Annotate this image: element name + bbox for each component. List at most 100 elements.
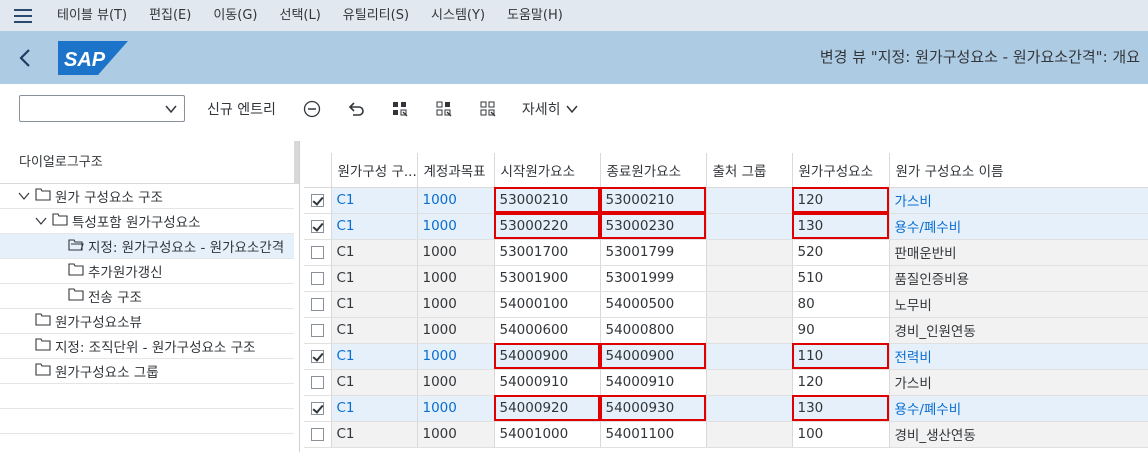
cell-origin-group[interactable] <box>706 369 793 396</box>
cell-origin-group[interactable] <box>706 265 793 292</box>
cell-cost-component[interactable]: 90 <box>792 317 890 344</box>
cell-origin-group[interactable] <box>706 187 793 214</box>
row-checkbox[interactable] <box>304 187 332 214</box>
cell-from-cost-element[interactable]: 53001900 <box>494 265 601 292</box>
checkbox-icon[interactable] <box>310 401 324 415</box>
table-row[interactable]: C1 1000 53000220 53000230 130 용수/폐수비 <box>304 213 1148 240</box>
cell-cost-component[interactable]: 120 <box>792 369 890 396</box>
back-icon[interactable] <box>0 31 50 84</box>
cell-cost-component[interactable]: 110 <box>792 343 890 370</box>
cell-to-cost-element[interactable]: 54000900 <box>600 343 707 370</box>
menu-utilities[interactable]: 유틸리티(S) <box>332 0 420 31</box>
checkbox-icon[interactable] <box>310 427 324 441</box>
table-row[interactable]: C1 1000 53001700 53001799 520 판매운반비 <box>304 239 1148 266</box>
cell-cost-component[interactable]: 100 <box>792 421 890 448</box>
tree-item[interactable]: 지정: 원가구성요소 - 원가요소간격 <box>0 234 294 259</box>
row-checkbox[interactable] <box>304 395 332 422</box>
row-checkbox[interactable] <box>304 239 332 266</box>
table-row[interactable]: C1 1000 53001900 53001999 510 품질인증비용 <box>304 265 1148 292</box>
tree-item[interactable]: 전송 구조 <box>0 284 294 309</box>
cell-from-cost-element[interactable]: 54001000 <box>494 421 601 448</box>
tree-item[interactable]: 원가 구성요소 구조 <box>0 184 294 209</box>
menu-edit[interactable]: 편집(E) <box>138 0 202 31</box>
table-row[interactable]: C1 1000 54000900 54000900 110 전력비 <box>304 343 1148 370</box>
cell-to-cost-element[interactable]: 53000210 <box>600 187 707 214</box>
cell-from-cost-element[interactable]: 54000920 <box>494 395 601 422</box>
row-checkbox[interactable] <box>304 213 332 240</box>
cell-cost-component[interactable]: 120 <box>792 187 890 214</box>
select-block-icon[interactable] <box>434 99 454 119</box>
cell-from-cost-element[interactable]: 54000900 <box>494 343 601 370</box>
new-entries-button[interactable]: 신규 엔트리 <box>207 99 276 119</box>
cell-to-cost-element[interactable]: 54001100 <box>600 421 707 448</box>
cell-origin-group[interactable] <box>706 291 793 318</box>
tree-item[interactable]: 추가원가갱신 <box>0 259 294 284</box>
deselect-all-icon[interactable] <box>478 99 498 119</box>
column-header-origin-group[interactable]: 출처 그룹 <box>706 153 793 188</box>
cell-from-cost-element[interactable]: 53000220 <box>494 213 601 240</box>
table-row[interactable]: C1 1000 53000210 53000210 120 가스비 <box>304 187 1148 214</box>
view-dropdown[interactable] <box>19 95 185 122</box>
cell-origin-group[interactable] <box>706 239 793 266</box>
table-row[interactable]: C1 1000 54000920 54000930 130 용수/폐수비 <box>304 395 1148 422</box>
hamburger-menu-icon[interactable] <box>0 0 46 31</box>
cell-to-cost-element[interactable]: 53000230 <box>600 213 707 240</box>
remove-icon[interactable] <box>302 99 322 119</box>
details-button[interactable]: 자세히 <box>522 99 579 119</box>
cell-from-cost-element[interactable]: 53001700 <box>494 239 601 266</box>
checkbox-icon[interactable] <box>310 193 324 207</box>
row-checkbox[interactable] <box>304 291 332 318</box>
cell-to-cost-element[interactable]: 54000800 <box>600 317 707 344</box>
column-header-to-cost-element[interactable]: 종료원가요소 <box>600 153 707 188</box>
column-header-from-cost-element[interactable]: 시작원가요소 <box>494 153 601 188</box>
expand-arrow-icon[interactable] <box>34 214 48 228</box>
checkbox-icon[interactable] <box>310 297 324 311</box>
row-checkbox[interactable] <box>304 421 332 448</box>
cell-from-cost-element[interactable]: 53000210 <box>494 187 601 214</box>
row-checkbox[interactable] <box>304 265 332 292</box>
cell-to-cost-element[interactable]: 54000500 <box>600 291 707 318</box>
menu-system[interactable]: 시스템(Y) <box>420 0 496 31</box>
table-row[interactable]: C1 1000 54000600 54000800 90 경비_인원연동 <box>304 317 1148 344</box>
column-header-component-name[interactable]: 원가 구성요소 이름 <box>889 153 1148 188</box>
cell-cost-component[interactable]: 510 <box>792 265 890 292</box>
tree-item[interactable]: 원가구성요소뷰 <box>0 309 294 334</box>
cell-from-cost-element[interactable]: 54000600 <box>494 317 601 344</box>
cell-origin-group[interactable] <box>706 213 793 240</box>
table-row[interactable]: C1 1000 54001000 54001100 100 경비_생산연동 <box>304 421 1148 448</box>
row-checkbox[interactable] <box>304 317 332 344</box>
cell-cost-component[interactable]: 520 <box>792 239 890 266</box>
cell-origin-group[interactable] <box>706 317 793 344</box>
select-column-header[interactable] <box>304 153 332 188</box>
menu-table-view[interactable]: 테이블 뷰(T) <box>46 0 138 31</box>
row-checkbox[interactable] <box>304 343 332 370</box>
checkbox-icon[interactable] <box>310 375 324 389</box>
cell-to-cost-element[interactable]: 54000930 <box>600 395 707 422</box>
cell-to-cost-element[interactable]: 53001799 <box>600 239 707 266</box>
cell-to-cost-element[interactable]: 54000910 <box>600 369 707 396</box>
cell-cost-component[interactable]: 130 <box>792 213 890 240</box>
table-row[interactable]: C1 1000 54000100 54000500 80 노무비 <box>304 291 1148 318</box>
tree-item[interactable]: 원가구성요소 그룹 <box>0 359 294 384</box>
cell-cost-component[interactable]: 80 <box>792 291 890 318</box>
cell-origin-group[interactable] <box>706 343 793 370</box>
menu-goto[interactable]: 이동(G) <box>202 0 268 31</box>
cell-to-cost-element[interactable]: 53001999 <box>600 265 707 292</box>
panel-splitter[interactable] <box>294 141 299 184</box>
row-checkbox[interactable] <box>304 369 332 396</box>
checkbox-icon[interactable] <box>310 271 324 285</box>
cell-origin-group[interactable] <box>706 421 793 448</box>
column-header-cost-structure[interactable]: 원가구성 구... <box>331 153 418 188</box>
tree-item[interactable]: 특성포함 원가구성요소 <box>0 209 294 234</box>
select-all-icon[interactable] <box>390 99 410 119</box>
menu-selection[interactable]: 선택(L) <box>268 0 331 31</box>
column-header-cost-component[interactable]: 원가구성요소 <box>792 153 890 188</box>
undo-icon[interactable] <box>346 99 366 119</box>
menu-help[interactable]: 도움말(H) <box>496 0 574 31</box>
checkbox-icon[interactable] <box>310 245 324 259</box>
column-header-chart-of-accounts[interactable]: 계정과목표 <box>417 153 495 188</box>
cell-from-cost-element[interactable]: 54000100 <box>494 291 601 318</box>
cell-origin-group[interactable] <box>706 395 793 422</box>
checkbox-icon[interactable] <box>310 219 324 233</box>
table-row[interactable]: C1 1000 54000910 54000910 120 가스비 <box>304 369 1148 396</box>
